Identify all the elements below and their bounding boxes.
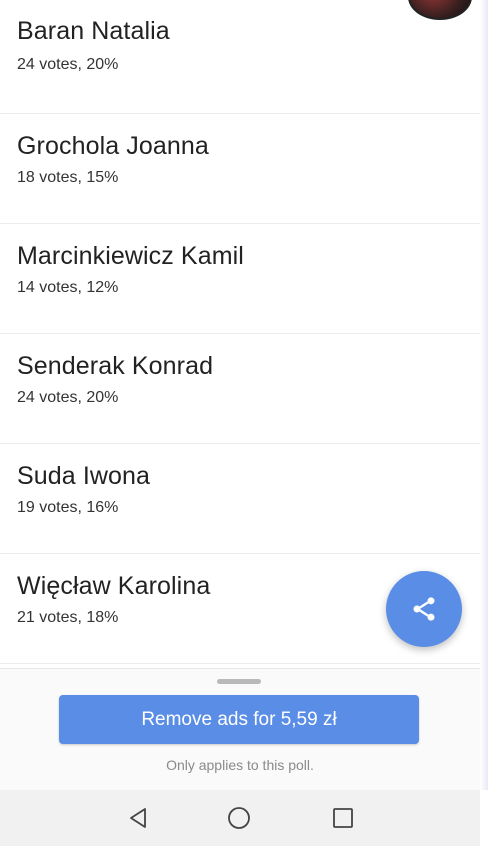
- list-item[interactable]: Baran Natalia 24 votes, 20%: [0, 0, 480, 114]
- list-item[interactable]: Suda Iwona 19 votes, 16%: [0, 444, 480, 554]
- nav-home-button[interactable]: [223, 802, 255, 834]
- system-navbar: [0, 790, 480, 846]
- candidate-votes: 24 votes, 20%: [17, 56, 119, 73]
- candidate-votes: 21 votes, 18%: [17, 609, 119, 626]
- back-triangle-icon: [130, 808, 146, 828]
- share-icon: [413, 597, 435, 621]
- poll-results-screen: Baran Natalia 24 votes, 20% Grochola Joa…: [0, 0, 488, 846]
- remove-ads-button[interactable]: Remove ads for 5,59 zł: [59, 695, 419, 744]
- candidate-name: Senderak Konrad: [17, 352, 214, 380]
- avatar[interactable]: [408, 0, 472, 20]
- candidate-votes: 19 votes, 16%: [17, 499, 119, 516]
- candidate-name: Suda Iwona: [17, 462, 151, 490]
- bottom-sheet: Remove ads for 5,59 zł Only applies to t…: [0, 668, 480, 791]
- sheet-drag-handle[interactable]: [217, 679, 261, 684]
- home-circle-icon: [228, 807, 250, 829]
- list-item[interactable]: Senderak Konrad 24 votes, 20%: [0, 334, 480, 444]
- candidate-name: Grochola Joanna: [17, 132, 209, 160]
- list-item[interactable]: Marcinkiewicz Kamil 14 votes, 12%: [0, 224, 480, 334]
- scroll-edge: [480, 0, 488, 790]
- remove-ads-note: Only applies to this poll.: [166, 757, 314, 773]
- candidate-votes: 18 votes, 15%: [17, 169, 119, 186]
- recents-square-icon: [333, 808, 353, 828]
- candidate-votes: 24 votes, 20%: [17, 389, 119, 406]
- share-button[interactable]: [386, 571, 462, 647]
- candidate-name: Więcław Karolina: [17, 572, 211, 600]
- nav-recents-button[interactable]: [327, 802, 359, 834]
- candidate-name: Baran Natalia: [17, 17, 170, 45]
- candidate-votes: 14 votes, 12%: [17, 279, 119, 296]
- candidate-list: Baran Natalia 24 votes, 20% Grochola Joa…: [0, 0, 480, 664]
- candidate-name: Marcinkiewicz Kamil: [17, 242, 244, 270]
- list-item[interactable]: Grochola Joanna 18 votes, 15%: [0, 114, 480, 224]
- nav-back-button[interactable]: [122, 802, 154, 834]
